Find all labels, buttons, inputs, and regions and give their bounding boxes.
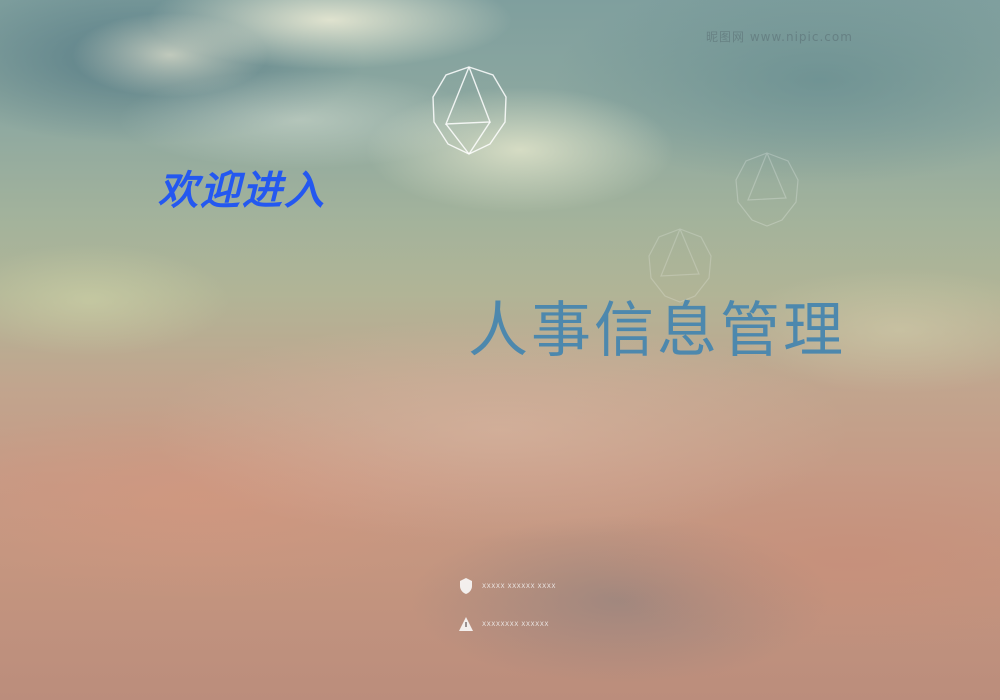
warning-triangle-icon [459,617,473,631]
footer-item: XXXXX XXXXXX XXXX [458,574,568,598]
footer-item: XXXXXXXX XXXXXX [458,612,568,636]
geometric-wireframe-faint-icon [735,152,799,227]
footer-info: XXXXX XXXXXX XXXX XXXXXXXX XXXXXX [458,574,568,650]
welcome-heading: 欢迎进入 [158,168,326,214]
shield-icon [460,578,472,594]
splash-screen: 昵图网 www.nipic.com 欢迎进入 人事信息管理 XXXXX XXXX… [0,0,1000,700]
footer-item-text: XXXXX XXXXXX XXXX [482,582,556,590]
footer-item-text: XXXXXXXX XXXXXX [482,620,549,628]
system-title: 人事信息管理 [468,296,846,366]
geometric-wireframe-icon [432,66,507,155]
watermark-text: 昵图网 www.nipic.com [706,30,853,44]
